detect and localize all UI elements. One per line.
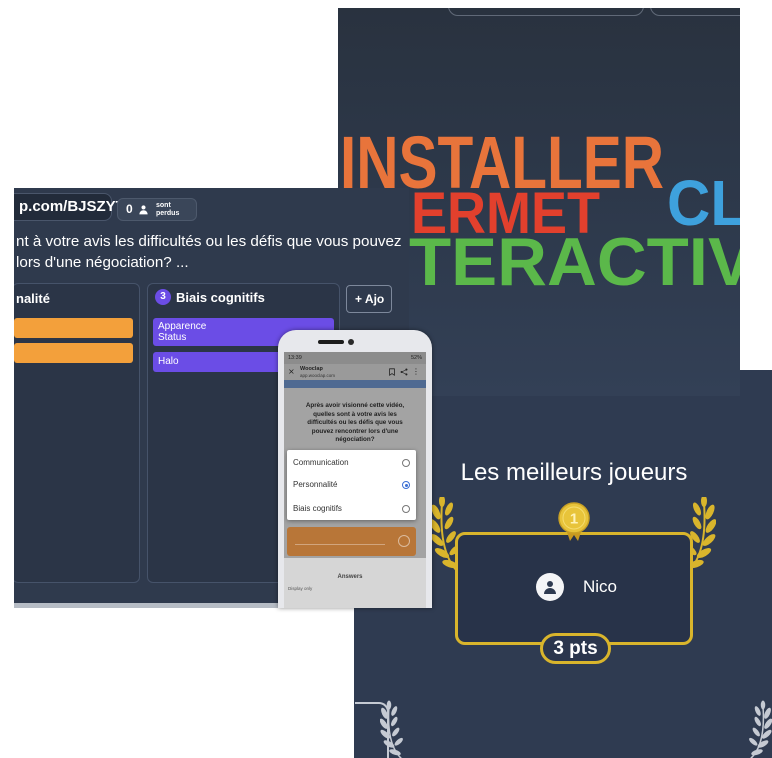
rank-number: 1 (570, 511, 578, 528)
column-number-badge: 3 (155, 289, 171, 305)
option-biais-cognitifs[interactable]: Biais cognitifs (287, 499, 416, 519)
medal-icon: 1 (558, 502, 590, 541)
lost-count: 0 (126, 202, 133, 216)
radio-button[interactable] (402, 481, 410, 489)
answer-card (14, 318, 133, 338)
status-bar: 13:39 52% (284, 352, 426, 364)
question-line: pouvez rencontrer lors d'une (311, 427, 399, 435)
first-place-card (455, 532, 693, 645)
lost-participants-badge: 0 sont perdus (117, 198, 197, 221)
share-icon[interactable] (400, 368, 408, 376)
lost-label-line: perdus (156, 210, 180, 217)
person-icon (544, 581, 556, 594)
screenshot-collage: Les meilleurs joueurs 1 Nico 3 pts INSTA… (0, 0, 772, 758)
column-title: nalité (16, 291, 50, 306)
browser-url[interactable]: app.wooclap.com (300, 373, 335, 378)
option-communication[interactable]: Communication (287, 453, 416, 473)
display-mode-label: Display only (288, 586, 313, 591)
question-line: négociation? (335, 436, 375, 444)
score-badge: 3 pts (540, 633, 611, 664)
add-column-button[interactable]: + Ajo (346, 285, 392, 313)
avatar (536, 573, 564, 601)
phone-screen: 13:39 52% × Wooclap app.wooclap.com ⋮ Ap… (284, 352, 426, 608)
radio-button[interactable] (402, 459, 410, 467)
answer-field[interactable] (287, 527, 416, 556)
question-line: Après avoir visionné cette vidéo, (305, 402, 405, 409)
submit-icon[interactable] (398, 535, 410, 547)
option-label: Personnalité (293, 480, 338, 489)
question-line: quelles sont à votre avis les (313, 410, 397, 418)
answers-heading: Answers (337, 574, 363, 580)
answer-card (14, 343, 133, 363)
status-battery: 52% (410, 355, 422, 361)
phone-question: Après avoir visionné cette vidéo, quelle… (290, 402, 420, 445)
person-icon (139, 205, 148, 215)
answer-input-line (295, 544, 385, 545)
option-personnalite[interactable]: Personnalité (287, 475, 416, 495)
laurel-right-icon (746, 700, 772, 758)
player-name: Nico (583, 577, 618, 596)
question-text: nt à votre avis les difficultés ou les d… (16, 233, 402, 250)
status-time: 13:39 (288, 355, 302, 361)
lost-label: sont perdus (156, 202, 179, 218)
laurel-left-icon (380, 700, 406, 758)
app-header (284, 380, 426, 388)
join-url: p.com/BJSZYT (14, 193, 125, 221)
browser-bar: × Wooclap app.wooclap.com ⋮ (284, 364, 426, 380)
column-title: Biais cognitifs (176, 290, 265, 305)
slide-word: TERACTIV (409, 224, 740, 300)
menu-icon[interactable]: ⋮ (412, 364, 420, 380)
close-icon[interactable]: × (288, 364, 295, 380)
radio-button[interactable] (402, 505, 410, 513)
category-select-popup: Communication Personnalité Biais cogniti… (287, 450, 416, 520)
browser-title: Wooclap (300, 366, 323, 372)
leaderboard-title: Les meilleurs joueurs (460, 459, 688, 486)
phone-mockup: 13:39 52% × Wooclap app.wooclap.com ⋮ Ap… (278, 330, 432, 608)
answers-section: Answers Display only (284, 558, 426, 608)
question-line: difficultés ou les défis que vous (307, 419, 403, 427)
phone-speaker (318, 340, 344, 344)
bookmark-icon[interactable] (388, 368, 396, 376)
phone-camera (348, 339, 354, 345)
option-label: Biais cognitifs (293, 504, 342, 513)
option-label: Communication (293, 458, 349, 467)
lost-label-line: sont (156, 202, 171, 209)
question-text: lors d'une négociation? ... (16, 254, 189, 271)
